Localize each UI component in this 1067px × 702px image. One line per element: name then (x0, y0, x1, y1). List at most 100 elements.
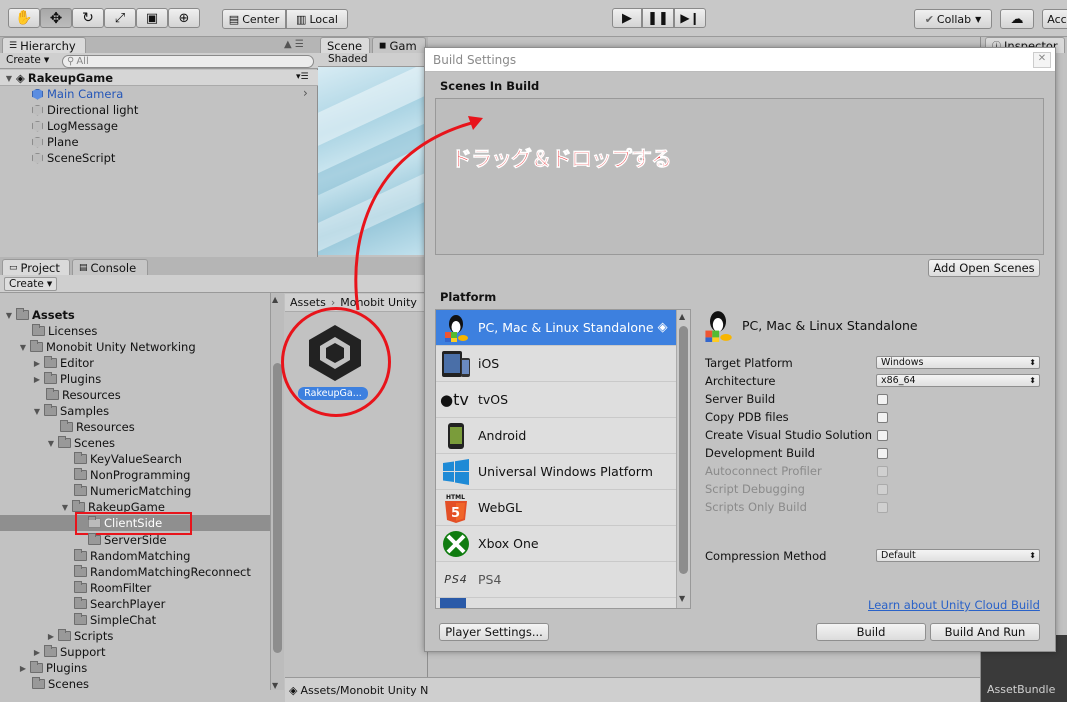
folder-icon (58, 629, 71, 641)
platform-item-webgl[interactable]: HTML 5 WebGL (436, 490, 676, 526)
tree-scripts[interactable]: ▶ Scripts (46, 628, 113, 644)
platform-item-ios[interactable]: iOS (436, 346, 676, 382)
platform-scrollbar-thumb[interactable] (679, 326, 688, 574)
compression-method-label: Compression Method (705, 549, 827, 563)
platform-item-partial[interactable] (436, 598, 676, 608)
platform-list: PC, Mac & Linux Standalone ◈ iOS ● tv tvO… (435, 309, 691, 609)
tab-hierarchy[interactable]: ☰ Hierarchy (2, 37, 86, 53)
hierarchy-search-input[interactable]: ⚲ All (62, 55, 314, 68)
tree-monobit[interactable]: ▼ Monobit Unity Networking (18, 339, 196, 355)
scroll-up-icon[interactable]: ▲ (679, 312, 685, 321)
project-create-dropdown[interactable]: Create ▼ (4, 277, 58, 291)
scenes-in-build-list[interactable] (435, 98, 1044, 255)
tree-searchplayer[interactable]: SearchPlayer (74, 596, 165, 612)
tree-numericmatching[interactable]: NumericMatching (74, 483, 191, 499)
tree-assets[interactable]: ▼ Assets (4, 307, 75, 323)
tree-samples-resources[interactable]: Resources (60, 419, 135, 435)
hierarchy-item-logmessage[interactable]: LogMessage (32, 118, 118, 134)
panel-lock-icon[interactable]: ▲ ☰ (284, 39, 304, 50)
scene-menu-icon[interactable]: ▾☰ (296, 72, 309, 82)
play-button[interactable]: ▶ (612, 8, 642, 28)
rect-tool-button[interactable]: ▣ (136, 8, 168, 28)
platform-list-scrollbar[interactable]: ▲ ▼ (676, 310, 690, 608)
tree-randommatchingreconnect[interactable]: RandomMatchingReconnect (74, 564, 251, 580)
build-and-run-button[interactable]: Build And Run (930, 623, 1040, 641)
drag-drop-annotation: ドラッグ＆ドロップする (451, 147, 673, 172)
platform-item-tvos[interactable]: ● tv tvOS (436, 382, 676, 418)
pause-button[interactable]: ❚❚ (642, 8, 674, 28)
server-build-checkbox[interactable] (877, 394, 888, 405)
pivot-local-toggle[interactable]: ▥ Local (286, 9, 348, 29)
hierarchy-item-main-camera[interactable]: Main Camera (32, 86, 123, 102)
tree-resources[interactable]: Resources (46, 387, 121, 403)
step-button[interactable]: ▶❙ (674, 8, 706, 28)
account-dropdown[interactable]: Acc (1042, 9, 1067, 29)
scroll-up-icon[interactable]: ▲ (272, 295, 278, 304)
hierarchy-item-scenescript[interactable]: SceneScript (32, 150, 115, 166)
platform-item-uwp[interactable]: Universal Windows Platform (436, 454, 676, 490)
hierarchy-item-directional-light[interactable]: Directional light (32, 102, 138, 118)
platform-item-xbox[interactable]: Xbox One (436, 526, 676, 562)
folder-icon (32, 324, 45, 336)
android-phone-icon (440, 421, 472, 451)
scroll-down-icon[interactable]: ▼ (272, 681, 278, 690)
tree-licenses[interactable]: Licenses (32, 323, 97, 339)
tab-game[interactable]: ◼ Gam (372, 37, 426, 53)
tree-samples[interactable]: ▼ Samples (32, 403, 109, 419)
tree-keyvaluesearch[interactable]: KeyValueSearch (74, 451, 182, 467)
collapse-triangle-icon: ▶ (33, 374, 41, 384)
scene-header[interactable]: ▼ ◈ RakeupGame (4, 70, 113, 86)
architecture-dropdown[interactable]: x86_64 ⬍ (876, 374, 1040, 387)
player-settings-button[interactable]: Player Settings... (439, 623, 549, 641)
copy-pdb-checkbox[interactable] (877, 412, 888, 423)
dialog-close-button[interactable]: ✕ (1033, 52, 1051, 68)
hand-tool-button[interactable]: ✋ (8, 8, 40, 28)
development-build-checkbox[interactable] (877, 448, 888, 459)
scale-icon: ⤢ (114, 10, 126, 26)
platform-item-android[interactable]: Android (436, 418, 676, 454)
ios-devices-icon (440, 349, 472, 379)
tree-nonprogramming[interactable]: NonProgramming (74, 467, 190, 483)
tree-editor[interactable]: ▶ Editor (32, 355, 94, 371)
breadcrumb-assets[interactable]: Assets (290, 296, 326, 309)
collapse-triangle-icon: ▶ (33, 358, 41, 368)
game-icon: ◼ (379, 40, 387, 51)
rotate-tool-button[interactable]: ↻ (72, 8, 104, 28)
folder-icon (44, 645, 57, 657)
collab-dropdown[interactable]: ✔ Collab ▼ (914, 9, 992, 29)
tree-root-plugins[interactable]: ▶ Plugins (18, 660, 87, 676)
tab-project[interactable]: ▭ Project (2, 259, 70, 275)
target-platform-dropdown[interactable]: Windows ⬍ (876, 356, 1040, 369)
tree-support[interactable]: ▶ Support (32, 644, 105, 660)
tree-roomfilter[interactable]: RoomFilter (74, 580, 151, 596)
folder-icon (16, 308, 29, 320)
tree-root-scenes[interactable]: Scenes (32, 676, 89, 692)
autoconnect-profiler-label: Autoconnect Profiler (705, 464, 822, 478)
tree-randommatching[interactable]: RandomMatching (74, 548, 191, 564)
tree-serverside[interactable]: ServerSide (88, 532, 167, 548)
tab-scene[interactable]: Scene (320, 37, 370, 53)
collab-check-icon: ✔ (924, 12, 934, 26)
tree-scrollbar-thumb[interactable] (273, 363, 282, 653)
compression-method-dropdown[interactable]: Default ⬍ (876, 549, 1040, 562)
move-tool-button[interactable]: ✥ (40, 8, 72, 28)
scroll-down-icon[interactable]: ▼ (679, 594, 685, 603)
add-open-scenes-button[interactable]: Add Open Scenes (928, 259, 1040, 277)
create-vs-solution-checkbox[interactable] (877, 430, 888, 441)
scale-tool-button[interactable]: ⤢ (104, 8, 136, 28)
tree-simplechat[interactable]: SimpleChat (74, 612, 156, 628)
hierarchy-item-plane[interactable]: Plane (32, 134, 79, 150)
tab-console[interactable]: ▤ Console (72, 259, 148, 275)
unity-cloud-build-link[interactable]: Learn about Unity Cloud Build (868, 598, 1040, 612)
platform-item-ps4[interactable]: PS4 PS4 (436, 562, 676, 598)
hierarchy-create-dropdown[interactable]: Create ▼ (6, 54, 49, 66)
tree-plugins[interactable]: ▶ Plugins (32, 371, 101, 387)
shading-mode-dropdown[interactable]: Shaded (328, 53, 368, 65)
build-button[interactable]: Build (816, 623, 926, 641)
transform-tool-button[interactable]: ⊕ (168, 8, 200, 28)
chevron-right-icon[interactable]: › (303, 86, 308, 100)
cloud-button[interactable]: ☁ (1000, 9, 1034, 29)
pivot-center-toggle[interactable]: ▤ Center (222, 9, 286, 29)
tree-scenes[interactable]: ▼ Scenes (46, 435, 115, 451)
hierarchy-panel: ☰ Hierarchy ▲ ☰ Create ▼ ⚲ All ▼ ◈ Rakeu… (0, 37, 318, 257)
